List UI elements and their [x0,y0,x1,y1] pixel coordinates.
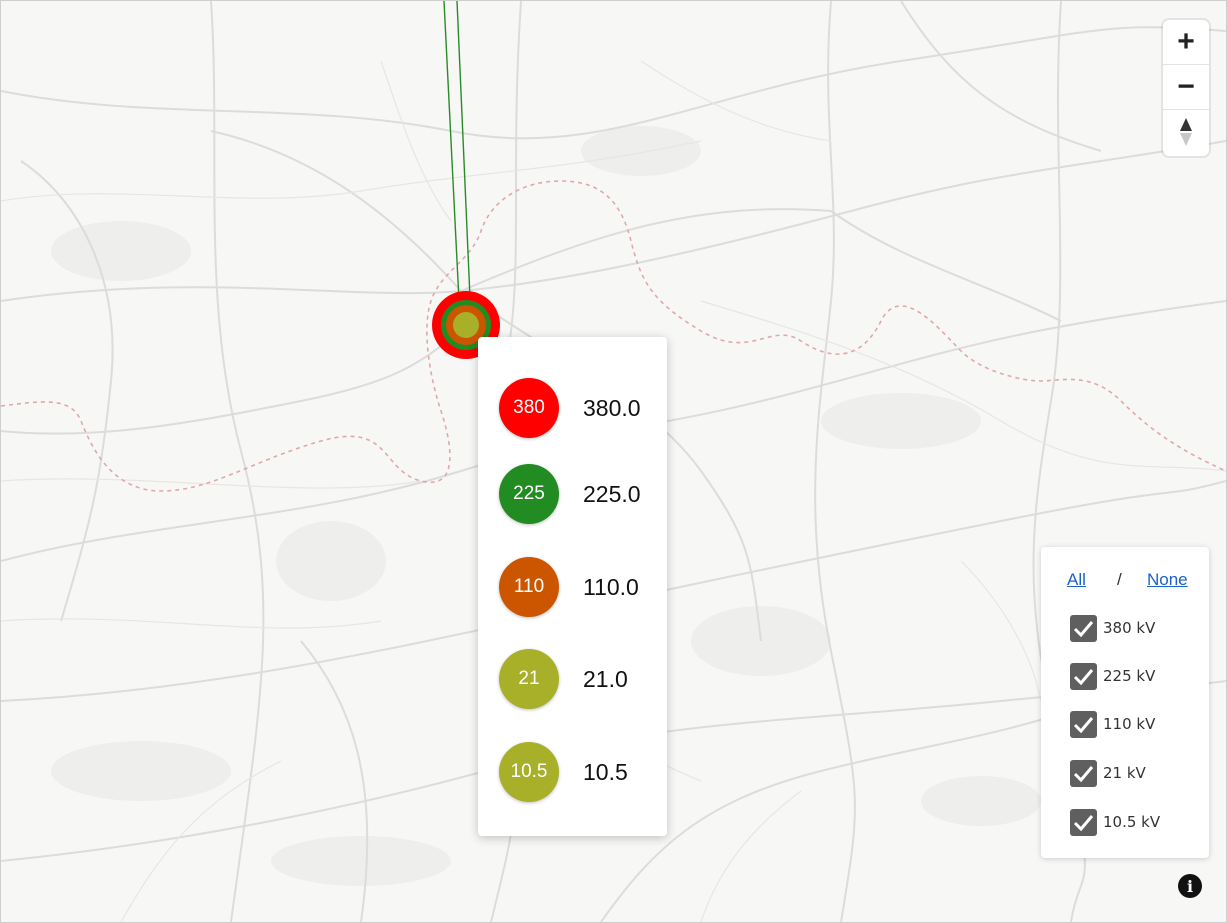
voltage-badge: 10.5 [499,742,559,802]
filter-item-380[interactable]: 380 kV [1070,615,1200,643]
filter-item-label: 380 kV [1103,619,1156,637]
voltage-filter-panel: All / None 380 kV 225 kV 110 kV 21 kV 10… [1041,547,1209,858]
popup-row-10-5: 10.5 10.5 [478,742,667,804]
link-separator: / [1117,570,1122,589]
info-button[interactable]: i [1178,874,1202,898]
check-icon [1073,766,1094,783]
checkbox[interactable] [1070,615,1097,642]
filter-item-label: 10.5 kV [1103,813,1161,831]
filter-item-21[interactable]: 21 kV [1070,760,1200,788]
checkbox[interactable] [1070,663,1097,690]
zoom-out-button[interactable]: − [1163,65,1209,110]
map-viewport[interactable]: + − 380 380.0 225 225.0 110 110.0 21 21.… [0,0,1227,923]
check-icon [1073,815,1094,832]
voltage-value: 380.0 [583,394,641,421]
voltage-badge: 380 [499,378,559,438]
ring-21 [453,312,479,338]
reset-bearing-button[interactable] [1163,110,1209,154]
voltage-value: 21.0 [583,665,628,692]
info-icon: i [1186,876,1194,896]
filter-item-label: 225 kV [1103,667,1156,685]
zoom-control: + − [1163,20,1209,156]
filter-item-label: 110 kV [1103,715,1156,733]
voltage-value: 110.0 [583,573,639,600]
checkbox[interactable] [1070,809,1097,836]
filter-item-225[interactable]: 225 kV [1070,663,1200,691]
check-icon [1073,669,1094,686]
check-icon [1073,717,1094,734]
voltage-badge: 110 [499,557,559,617]
filter-item-label: 21 kV [1103,764,1146,782]
popup-row-21: 21 21.0 [478,649,667,711]
popup-row-225: 225 225.0 [478,464,667,526]
voltage-badge: 21 [499,649,559,709]
minus-icon: − [1177,70,1195,103]
check-icon [1073,621,1094,638]
popup-row-380: 380 380.0 [478,378,667,440]
filter-item-110[interactable]: 110 kV [1070,711,1200,739]
filter-item-10-5[interactable]: 10.5 kV [1070,809,1200,837]
zoom-in-button[interactable]: + [1163,20,1209,65]
voltage-badge: 225 [499,464,559,524]
checkbox[interactable] [1070,760,1097,787]
voltage-popup: 380 380.0 225 225.0 110 110.0 21 21.0 10… [478,337,667,836]
select-all-link[interactable]: All [1067,570,1086,590]
select-none-link[interactable]: None [1147,570,1188,590]
voltage-value: 10.5 [583,758,628,785]
compass-icon [1180,118,1192,146]
voltage-value: 225.0 [583,480,641,507]
popup-row-110: 110 110.0 [478,557,667,619]
checkbox[interactable] [1070,711,1097,738]
plus-icon: + [1177,25,1195,58]
